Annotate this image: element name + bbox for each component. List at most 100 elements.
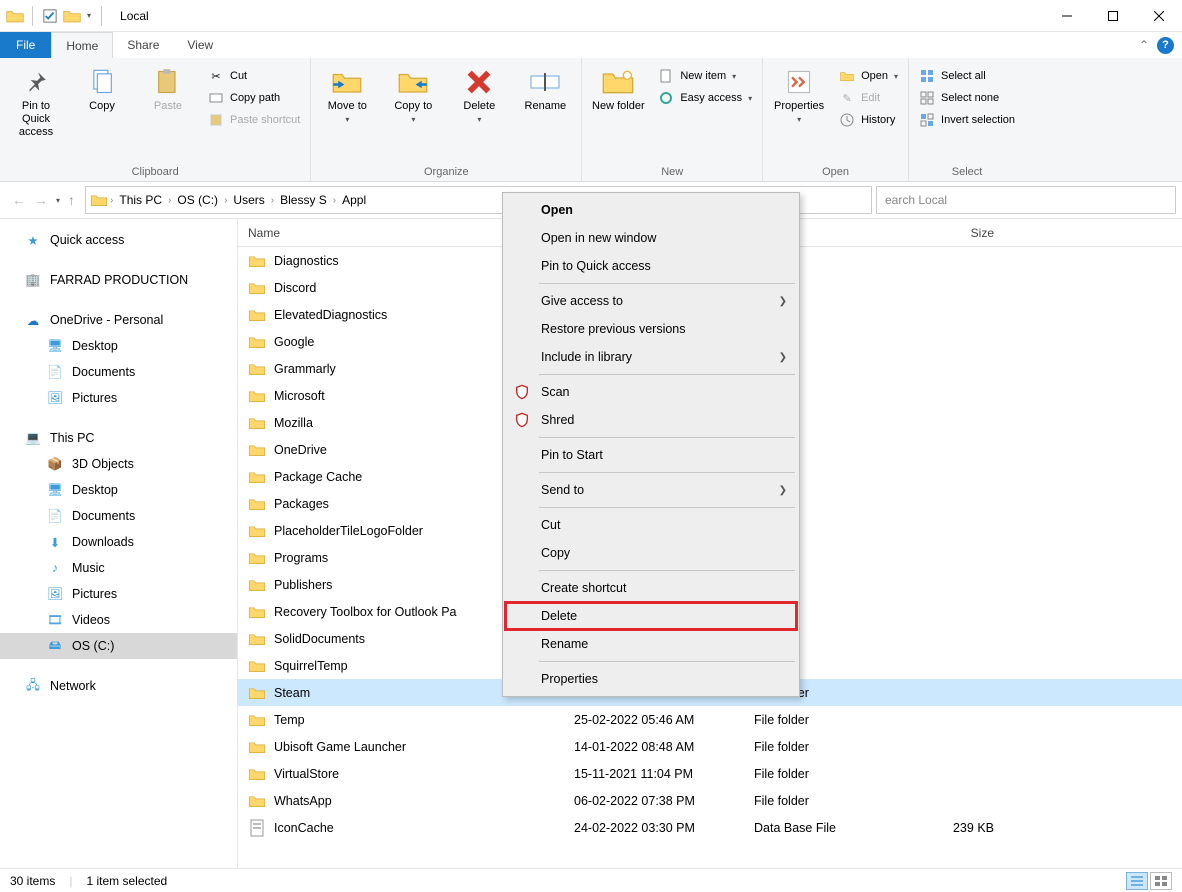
- file-row[interactable]: Temp25-02-2022 05:46 AMFile folder: [238, 706, 1182, 733]
- new-item-button[interactable]: New item▾: [654, 66, 756, 86]
- select-none-button[interactable]: Select none: [915, 88, 1019, 108]
- nav-network[interactable]: 🖧Network: [0, 673, 237, 699]
- paste-shortcut-button[interactable]: Paste shortcut: [204, 110, 304, 130]
- move-to-button[interactable]: Move to▾: [317, 62, 377, 129]
- ctx-open[interactable]: Open: [505, 196, 797, 224]
- copy-path-button[interactable]: Copy path: [204, 88, 304, 108]
- edit-button[interactable]: ✎Edit: [835, 88, 902, 108]
- minimize-button[interactable]: [1044, 0, 1090, 32]
- easy-access-button[interactable]: Easy access▾: [654, 88, 756, 108]
- edit-icon: ✎: [839, 90, 855, 106]
- paste-button[interactable]: Paste: [138, 62, 198, 117]
- help-icon[interactable]: ?: [1157, 37, 1174, 54]
- nav-documents2[interactable]: 📄Documents: [0, 503, 237, 529]
- rename-button[interactable]: Rename: [515, 62, 575, 117]
- nav-os-c[interactable]: 🖴OS (C:): [0, 633, 237, 659]
- history-dropdown-icon[interactable]: ▾: [56, 196, 60, 205]
- ctx-copy[interactable]: Copy: [505, 539, 797, 567]
- invert-selection-button[interactable]: Invert selection: [915, 110, 1019, 130]
- checkbox-icon[interactable]: [41, 7, 59, 25]
- nav-this-pc[interactable]: 💻This PC: [0, 425, 237, 451]
- nav-desktop[interactable]: 🖥Desktop: [0, 333, 237, 359]
- folder-icon: [248, 333, 266, 351]
- forward-button[interactable]: →: [34, 192, 48, 208]
- copy-to-button[interactable]: Copy to▾: [383, 62, 443, 129]
- nav-downloads[interactable]: ⬇Downloads: [0, 529, 237, 555]
- crumb[interactable]: Blessy S: [276, 193, 331, 207]
- ctx-shred[interactable]: Shred: [505, 406, 797, 434]
- crumb[interactable]: This PC: [115, 193, 166, 207]
- folder-icon: [6, 7, 24, 25]
- crumb[interactable]: Users: [229, 193, 268, 207]
- folder-icon: [248, 765, 266, 783]
- file-type: File folder: [744, 740, 894, 754]
- qat-folder-icon[interactable]: [63, 7, 81, 25]
- ctx-delete[interactable]: Delete: [505, 602, 797, 630]
- search-input[interactable]: earch Local: [876, 186, 1176, 214]
- nav-videos[interactable]: 🎞Videos: [0, 607, 237, 633]
- desktop-icon: 🖥: [46, 481, 64, 499]
- ctx-pin-quick[interactable]: Pin to Quick access: [505, 252, 797, 280]
- chevron-right-icon: ❯: [779, 485, 787, 496]
- folder-icon: [248, 387, 266, 405]
- close-button[interactable]: [1136, 0, 1182, 32]
- ctx-restore[interactable]: Restore previous versions: [505, 315, 797, 343]
- history-button[interactable]: History: [835, 110, 902, 130]
- file-row[interactable]: WhatsApp06-02-2022 07:38 PMFile folder: [238, 787, 1182, 814]
- delete-button[interactable]: Delete▾: [449, 62, 509, 129]
- share-tab[interactable]: Share: [113, 32, 173, 58]
- nav-music[interactable]: ♪Music: [0, 555, 237, 581]
- icons-view-button[interactable]: [1150, 872, 1172, 890]
- nav-documents[interactable]: 📄Documents: [0, 359, 237, 385]
- details-view-button[interactable]: [1126, 872, 1148, 890]
- file-name: WhatsApp: [274, 794, 332, 808]
- open-button[interactable]: Open▾: [835, 66, 902, 86]
- ctx-create-shortcut[interactable]: Create shortcut: [505, 574, 797, 602]
- cut-button[interactable]: ✂Cut: [204, 66, 304, 86]
- up-button[interactable]: ↑: [68, 192, 75, 208]
- ctx-give-access[interactable]: Give access to❯: [505, 287, 797, 315]
- back-button[interactable]: ←: [12, 192, 26, 208]
- file-name: Ubisoft Game Launcher: [274, 740, 406, 754]
- view-tab[interactable]: View: [173, 32, 227, 58]
- nav-desktop2[interactable]: 🖥Desktop: [0, 477, 237, 503]
- home-tab[interactable]: Home: [51, 32, 113, 58]
- ctx-include-library[interactable]: Include in library❯: [505, 343, 797, 371]
- file-row[interactable]: Ubisoft Game Launcher14-01-2022 08:48 AM…: [238, 733, 1182, 760]
- qat-dropdown-icon[interactable]: ▾: [85, 11, 93, 20]
- copy-button[interactable]: Copy: [72, 62, 132, 117]
- nav-onedrive[interactable]: ☁OneDrive - Personal: [0, 307, 237, 333]
- delete-x-icon: [463, 66, 495, 98]
- ctx-rename[interactable]: Rename: [505, 630, 797, 658]
- folder-icon: [248, 738, 266, 756]
- nav-farrad[interactable]: 🏢FARRAD PRODUCTION: [0, 267, 237, 293]
- crumb[interactable]: OS (C:): [173, 193, 222, 207]
- file-row[interactable]: VirtualStore15-11-2021 11:04 PMFile fold…: [238, 760, 1182, 787]
- nav-quick-access[interactable]: ★Quick access: [0, 227, 237, 253]
- nav-pictures2[interactable]: 🖼Pictures: [0, 581, 237, 607]
- collapse-ribbon-icon[interactable]: ⌃: [1139, 38, 1149, 52]
- file-name: Packages: [274, 497, 329, 511]
- ctx-scan[interactable]: Scan: [505, 378, 797, 406]
- maximize-button[interactable]: [1090, 0, 1136, 32]
- ctx-pin-start[interactable]: Pin to Start: [505, 441, 797, 469]
- file-row[interactable]: IconCache24-02-2022 03:30 PMData Base Fi…: [238, 814, 1182, 841]
- ctx-open-new-window[interactable]: Open in new window: [505, 224, 797, 252]
- file-tab[interactable]: File: [0, 32, 51, 58]
- nav-pictures[interactable]: 🖼Pictures: [0, 385, 237, 411]
- separator: [539, 283, 795, 284]
- ctx-send-to[interactable]: Send to❯: [505, 476, 797, 504]
- ctx-properties[interactable]: Properties: [505, 665, 797, 693]
- nav-3d-objects[interactable]: 📦3D Objects: [0, 451, 237, 477]
- new-folder-button[interactable]: New folder: [588, 62, 648, 117]
- select-all-button[interactable]: Select all: [915, 66, 1019, 86]
- properties-button[interactable]: Properties▾: [769, 62, 829, 129]
- crumb[interactable]: Appl: [338, 193, 370, 207]
- column-name[interactable]: Name: [248, 226, 280, 240]
- column-size[interactable]: Size: [894, 226, 1004, 240]
- ctx-cut[interactable]: Cut: [505, 511, 797, 539]
- file-date: 25-02-2022 05:46 AM: [564, 713, 744, 727]
- pin-icon: [20, 66, 52, 98]
- selected-count: 1 item selected: [86, 874, 167, 888]
- pin-to-quick-access-button[interactable]: Pin to Quick access: [6, 62, 66, 144]
